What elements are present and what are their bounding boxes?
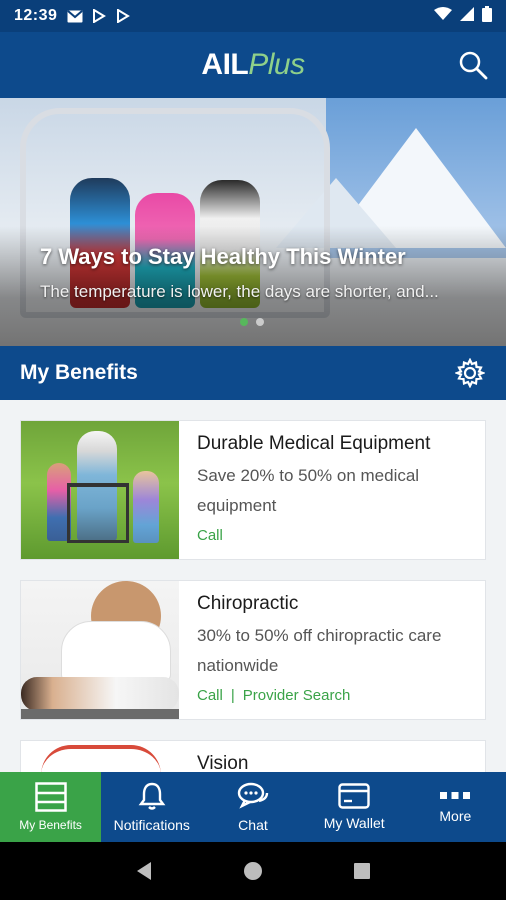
notification-icons — [67, 9, 131, 23]
recents-icon[interactable] — [351, 860, 373, 882]
logo-accent: Plus — [248, 48, 305, 81]
benefits-list: Durable Medical Equipment Save 20% to 50… — [0, 400, 506, 772]
status-time: 12:39 — [14, 7, 58, 24]
nav-label: More — [439, 808, 472, 824]
benefit-title: Vision — [197, 753, 249, 772]
system-icons — [434, 5, 492, 27]
call-link[interactable]: Call — [197, 687, 223, 704]
benefits-header: My Benefits — [0, 346, 506, 400]
carousel-dot[interactable] — [256, 318, 264, 326]
hero-title: 7 Ways to Stay Healthy This Winter — [40, 244, 406, 269]
hero-banner[interactable]: 7 Ways to Stay Healthy This Winter The t… — [0, 98, 506, 346]
benefit-card-chiropractic[interactable]: Chiropractic 30% to 50% off chiropractic… — [20, 580, 486, 720]
nav-notifications[interactable]: Notifications — [101, 772, 202, 842]
section-title: My Benefits — [20, 361, 138, 384]
system-navigation-bar — [0, 842, 506, 900]
nav-label: My Benefits — [19, 818, 82, 832]
benefit-actions: Call | Provider Search — [197, 687, 467, 704]
bottom-navigation: My Benefits Notifications Chat My Wallet… — [0, 772, 506, 842]
carousel-dots — [240, 318, 264, 326]
nav-chat[interactable]: Chat — [202, 772, 303, 842]
benefit-description: Save 20% to 50% on medical equipment — [197, 466, 420, 515]
bell-icon — [138, 782, 166, 810]
nav-my-benefits[interactable]: My Benefits — [0, 772, 102, 842]
benefit-title: Durable Medical Equipment — [197, 433, 431, 454]
benefit-body: Vision — [179, 741, 485, 772]
signal-icon — [460, 6, 474, 26]
call-link[interactable]: Call — [197, 527, 223, 544]
benefit-body: Chiropractic 30% to 50% off chiropractic… — [179, 581, 485, 719]
card-icon — [338, 783, 370, 809]
back-icon[interactable] — [133, 860, 155, 882]
battery-icon — [482, 5, 492, 27]
app-bar: AILPlus — [0, 32, 506, 98]
play-icon — [115, 9, 131, 23]
benefit-title: Chiropractic — [197, 593, 299, 614]
dots-icon — [440, 792, 471, 799]
benefit-body: Durable Medical Equipment Save 20% to 50… — [179, 421, 485, 559]
benefit-card-vision[interactable]: Vision — [20, 740, 486, 772]
action-separator: | — [230, 687, 235, 704]
nav-label: My Wallet — [323, 815, 385, 831]
chat-icon — [237, 782, 269, 809]
app-logo: AILPlus — [201, 48, 305, 82]
list-icon — [34, 782, 67, 812]
wifi-icon — [434, 6, 452, 26]
status-bar: 12:39 — [0, 0, 506, 32]
play-icon — [91, 9, 107, 23]
logo-main: AIL — [201, 48, 249, 81]
nav-my-wallet[interactable]: My Wallet — [304, 772, 405, 842]
hero-subtitle: The temperature is lower, the days are s… — [40, 282, 439, 301]
search-button[interactable] — [454, 46, 492, 84]
benefit-actions: Call — [197, 527, 467, 544]
settings-button[interactable] — [454, 357, 486, 389]
gear-icon — [455, 358, 485, 388]
nav-label: Notifications — [113, 817, 190, 833]
carousel-dot[interactable] — [240, 318, 248, 326]
search-icon — [459, 51, 488, 80]
nav-more[interactable]: More — [405, 772, 506, 842]
nav-label: Chat — [238, 817, 268, 833]
benefit-image-chiropractic — [21, 581, 179, 719]
provider-search-link[interactable]: Provider Search — [243, 687, 351, 704]
benefit-image-dme — [21, 421, 179, 559]
benefit-description: 30% to 50% off chiropractic care nationw… — [197, 626, 442, 675]
home-icon[interactable] — [242, 860, 264, 882]
benefit-image-vision — [21, 741, 179, 772]
benefit-card-dme[interactable]: Durable Medical Equipment Save 20% to 50… — [20, 420, 486, 560]
gmail-icon — [67, 9, 84, 23]
